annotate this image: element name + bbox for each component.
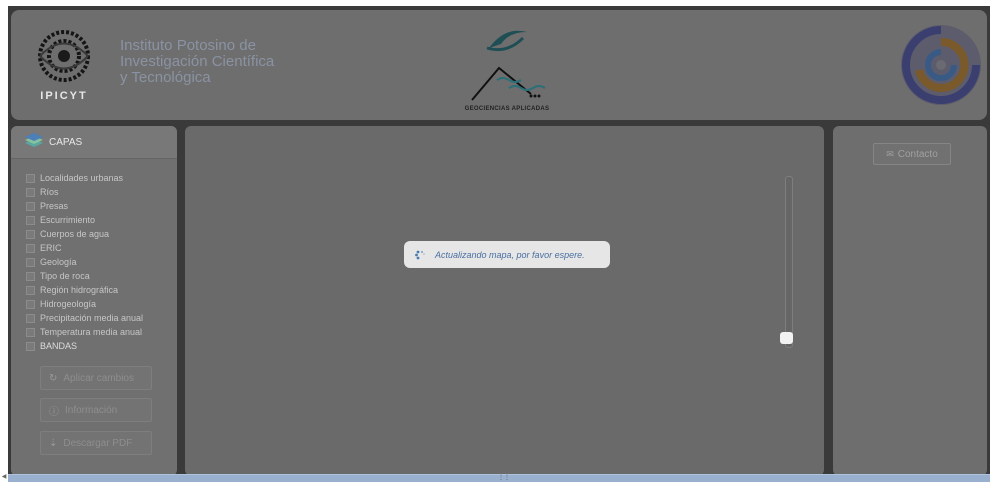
- layer-checkbox[interactable]: [26, 341, 35, 351]
- layer-item-localidades-urbanas[interactable]: Localidades urbanas: [26, 171, 177, 185]
- layer-item-precipitacion-media-anual[interactable]: Precipitación media anual: [26, 311, 177, 325]
- layer-label: Temperatura media anual: [40, 327, 143, 337]
- refresh-icon: ↻: [49, 372, 58, 384]
- layer-checkbox[interactable]: [26, 229, 35, 239]
- layer-label: Hidrogeología: [40, 299, 97, 309]
- layer-label: Tipo de roca: [40, 271, 90, 281]
- loading-text: Actualizando mapa, por favor espere.: [435, 249, 585, 260]
- institution-line-2: Investigación Científica: [120, 53, 275, 70]
- layer-checkbox[interactable]: [26, 257, 35, 267]
- institution-name: Instituto Potosino de Investigación Cien…: [120, 38, 340, 86]
- spinner-icon: [415, 250, 425, 259]
- zoom-slider-track[interactable]: [785, 176, 793, 348]
- apply-changes-label: Aplicar cambios: [63, 372, 134, 384]
- contact-button[interactable]: ✉ Contacto: [873, 143, 951, 165]
- institution-line-3: y Tecnológica: [120, 69, 211, 86]
- layer-checkbox[interactable]: [26, 187, 35, 197]
- layer-item-region-hidrografica[interactable]: Región hidrográfica: [26, 283, 177, 297]
- loading-message: Actualizando mapa, por favor espere.: [404, 241, 610, 268]
- layer-item-hidrogeologia[interactable]: Hidrogeología: [26, 297, 177, 311]
- layer-item-temperatura-media-anual[interactable]: Temperatura media anual: [26, 325, 177, 339]
- info-label: Información: [65, 404, 118, 416]
- layer-item-tipo-de-roca[interactable]: Tipo de roca: [26, 269, 177, 283]
- institution-line-1: Instituto Potosino de: [120, 37, 256, 54]
- layer-list: Localidades urbanas Ríos Presas Escurrim…: [11, 159, 177, 353]
- mail-icon: ✉: [886, 148, 894, 159]
- layer-item-geologia[interactable]: Geología: [26, 255, 177, 269]
- layer-checkbox[interactable]: [26, 215, 35, 225]
- right-panel: ✉ Contacto: [833, 126, 987, 474]
- ipicyt-emblem-icon: [38, 30, 90, 82]
- apply-changes-button[interactable]: ↻ Aplicar cambios: [40, 366, 152, 390]
- layer-checkbox[interactable]: [26, 313, 35, 323]
- map-panel[interactable]: Actualizando mapa, por favor espere.: [185, 126, 824, 474]
- download-icon: ⇣: [49, 437, 58, 449]
- layer-item-bandas[interactable]: BANDAS: [26, 339, 177, 353]
- info-icon: ⓘ: [49, 406, 59, 418]
- scroll-left-icon[interactable]: ◀: [0, 474, 8, 481]
- center-emblem-icon: [901, 25, 981, 105]
- geociencias-logo-text: GEOCIENCIAS APLICADAS: [464, 106, 550, 112]
- ipicyt-logo-text: IPICYT: [40, 90, 88, 102]
- header-banner: IPICYT Instituto Potosino de Investigaci…: [11, 10, 987, 120]
- layers-panel-title: CAPAS: [49, 136, 83, 148]
- layer-checkbox[interactable]: [26, 327, 35, 337]
- layer-label: Precipitación media anual: [40, 313, 144, 323]
- layers-panel-header[interactable]: CAPAS: [11, 126, 177, 159]
- layer-label: BANDAS: [40, 341, 78, 351]
- geociencias-emblem-icon: [471, 30, 546, 101]
- layer-checkbox[interactable]: [26, 243, 35, 253]
- layer-label: Presas: [40, 201, 69, 211]
- layer-checkbox[interactable]: [26, 173, 35, 183]
- layer-label: Localidades urbanas: [40, 173, 124, 183]
- app-window: IPICYT Instituto Potosino de Investigaci…: [8, 6, 990, 474]
- layer-label: Ríos: [40, 187, 59, 197]
- download-pdf-button[interactable]: ⇣ Descargar PDF: [40, 431, 152, 455]
- zoom-slider-handle[interactable]: [780, 332, 793, 344]
- layer-item-rios[interactable]: Ríos: [26, 185, 177, 199]
- ipicyt-logo: IPICYT: [27, 26, 101, 108]
- layer-checkbox[interactable]: [26, 271, 35, 281]
- layer-item-presas[interactable]: Presas: [26, 199, 177, 213]
- layer-label: Cuerpos de agua: [40, 229, 110, 239]
- contact-label: Contacto: [897, 148, 938, 160]
- layer-checkbox[interactable]: [26, 201, 35, 211]
- center-logo: [899, 20, 983, 110]
- layer-item-escurrimiento[interactable]: Escurrimiento: [26, 213, 177, 227]
- layer-label: Región hidrográfica: [40, 285, 119, 295]
- geociencias-logo: GEOCIENCIAS APLICADAS: [447, 18, 567, 118]
- layer-label: ERIC: [40, 243, 62, 253]
- layer-checkbox[interactable]: [26, 299, 35, 309]
- layer-checkbox[interactable]: [26, 285, 35, 295]
- layer-item-cuerpos-de-agua[interactable]: Cuerpos de agua: [26, 227, 177, 241]
- layer-label: Escurrimiento: [40, 215, 96, 225]
- info-button[interactable]: ⓘ Información: [40, 398, 152, 422]
- download-pdf-label: Descargar PDF: [63, 437, 133, 449]
- layers-icon: [25, 133, 43, 147]
- layer-label: Geología: [40, 257, 77, 267]
- layers-panel: CAPAS Localidades urbanas Ríos Presas Es…: [11, 126, 177, 474]
- layer-item-eric[interactable]: ERIC: [26, 241, 177, 255]
